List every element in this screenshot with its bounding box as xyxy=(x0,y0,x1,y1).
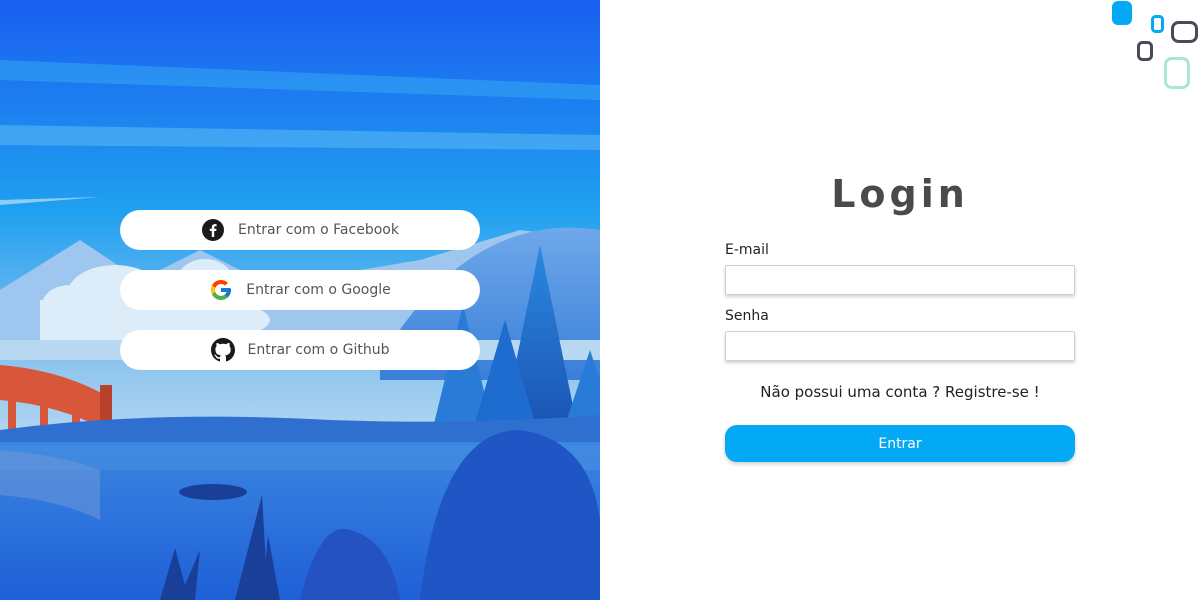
password-label: Senha xyxy=(725,308,769,324)
login-form-panel: Login E-mail Senha Não possui uma conta … xyxy=(600,0,1200,600)
register-link[interactable]: Registre-se ! xyxy=(945,383,1040,401)
facebook-icon xyxy=(201,218,225,242)
github-login-button[interactable]: Entrar com o Github xyxy=(120,330,480,370)
github-login-label: Entrar com o Github xyxy=(247,342,390,358)
decorative-squares xyxy=(1112,1,1198,89)
login-page: Entrar com o Facebook Entrar com o Googl… xyxy=(0,0,1200,600)
illustration-panel: Entrar com o Facebook Entrar com o Googl… xyxy=(0,0,600,600)
login-submit-button[interactable]: Entrar xyxy=(725,425,1075,462)
facebook-login-label: Entrar com o Facebook xyxy=(238,222,399,238)
register-prompt: Não possui uma conta ? Registre-se ! xyxy=(600,383,1200,401)
github-icon xyxy=(210,338,235,362)
google-login-button[interactable]: Entrar com o Google xyxy=(120,270,480,310)
email-label: E-mail xyxy=(725,242,769,258)
password-field[interactable] xyxy=(725,331,1075,361)
page-title: Login xyxy=(831,172,969,216)
google-icon xyxy=(209,278,233,302)
email-field[interactable] xyxy=(725,265,1075,295)
facebook-login-button[interactable]: Entrar com o Facebook xyxy=(120,210,480,250)
google-login-label: Entrar com o Google xyxy=(246,282,391,298)
register-question: Não possui uma conta ? xyxy=(760,383,941,401)
